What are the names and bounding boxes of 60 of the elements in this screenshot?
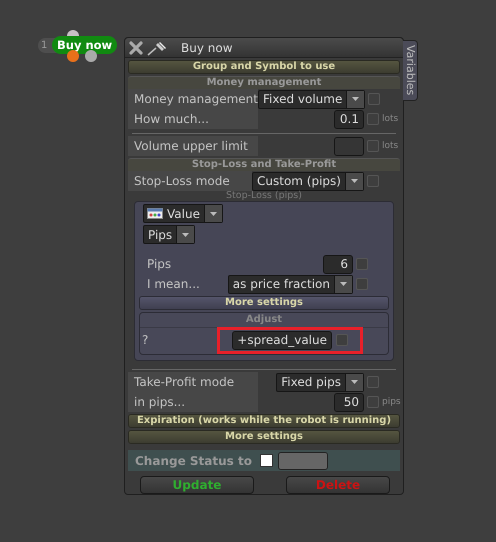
group-title: Adjust	[140, 313, 388, 328]
checkbox[interactable]	[356, 258, 368, 270]
field-label: in pips...	[128, 392, 258, 412]
input-field[interactable]: +spread_value	[232, 330, 332, 350]
field-label: Pips	[146, 256, 172, 274]
pin-button[interactable]	[147, 40, 167, 56]
caret-icon	[340, 282, 347, 286]
port-icon	[85, 50, 97, 62]
field-label: Money management	[128, 89, 258, 110]
field-label: Take-Profit mode	[128, 372, 258, 392]
checkbox[interactable]	[367, 376, 379, 388]
field-label: How much...	[128, 109, 258, 130]
caret-icon	[351, 179, 358, 184]
checkbox[interactable]	[367, 113, 379, 126]
checkbox[interactable]	[367, 140, 379, 152]
update-button[interactable]: Update	[140, 476, 254, 494]
section-header[interactable]: Expiration (works while the robot is running)	[128, 414, 400, 428]
unit-label: lots	[382, 114, 400, 124]
port-icon	[67, 50, 79, 62]
color-swatch[interactable]	[278, 452, 328, 470]
checkbox[interactable]	[260, 454, 273, 468]
dropdown[interactable]: Value	[143, 204, 223, 224]
variables-tab[interactable]: Variables	[403, 40, 418, 101]
field-label: ?	[141, 332, 150, 350]
caret-icon	[210, 212, 217, 216]
field-label: Stop-Loss mode	[128, 171, 252, 192]
checkbox[interactable]	[367, 396, 379, 408]
caret-icon	[351, 380, 358, 384]
checkbox[interactable]	[368, 93, 380, 106]
close-icon	[129, 40, 143, 55]
section-header[interactable]: More settings	[128, 430, 400, 444]
section-header[interactable]: Group and Symbol to use	[128, 60, 400, 74]
section-caption: Stop-Loss (pips)	[225, 191, 303, 202]
node-label[interactable]: Buy now	[52, 36, 118, 54]
dropdown[interactable]: Pips	[143, 225, 196, 244]
caret-icon	[352, 97, 360, 102]
window-title: Buy now	[181, 40, 233, 55]
status-label: Change Status to	[135, 454, 252, 468]
input-field[interactable]: 0.1	[334, 110, 364, 129]
dropdown[interactable]: Custom (pips)	[252, 172, 364, 191]
section-title: Money management	[128, 76, 400, 90]
caret-icon	[182, 232, 190, 237]
input-field[interactable]: 6	[323, 254, 353, 274]
pin-icon	[147, 40, 167, 56]
unit-label: lots	[382, 141, 400, 152]
input-field[interactable]: 50	[334, 392, 364, 412]
unit-label: pips	[382, 397, 400, 408]
checkbox[interactable]	[356, 278, 368, 290]
field-label: I mean...	[146, 276, 201, 294]
input-field[interactable]	[334, 136, 364, 156]
dropdown[interactable]: Fixed volume	[258, 90, 366, 109]
checkbox[interactable]	[336, 334, 348, 346]
field-label: Volume upper limit	[128, 136, 258, 156]
window-icon	[147, 208, 163, 220]
section-header[interactable]: More settings	[139, 296, 389, 310]
dropdown[interactable]: Fixed pips	[276, 372, 364, 392]
section-title: Stop-Loss and Take-Profit	[128, 158, 400, 172]
close-button[interactable]	[129, 40, 143, 55]
dropdown[interactable]: as price fraction	[228, 274, 353, 294]
checkbox[interactable]	[367, 175, 379, 188]
